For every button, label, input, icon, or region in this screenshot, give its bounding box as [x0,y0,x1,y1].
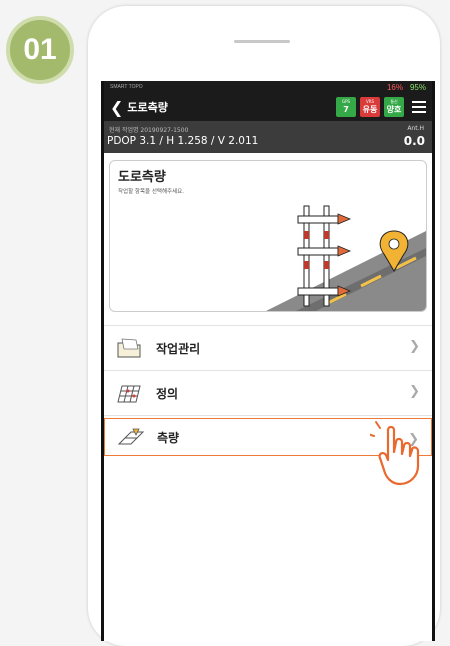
info-bar: 현재 작업명 20190927-1500 PDOP 3.1 / H 1.258 … [104,121,432,153]
chevron-right-icon: ❯ [409,339,420,354]
status-app-name: SMART TOPO [110,84,143,90]
status-icons: 16% 95% [387,83,426,92]
job-name: 현재 작업명 20190927-1500 [109,127,189,134]
page-title: 도로측량 [127,101,168,114]
vrs-chip[interactable]: VRS 유동 [360,97,380,117]
card-subtitle: 작업할 항목을 선택해주세요. [118,189,184,195]
gps-chip[interactable]: GPS 7 [336,97,356,117]
menu-item-label: 작업관리 [156,341,201,356]
battery-green-level: 95% [409,82,426,92]
dop-readout: PDOP 3.1 / H 1.258 / V 2.011 [107,135,259,147]
step-number-badge: 01 [6,16,74,84]
battery-red-level: 16% [386,82,403,92]
status-bar: SMART TOPO 16% 95% [104,81,432,93]
antenna-height-label: Ant.H [407,125,424,132]
menu-item-label: 정의 [156,386,179,401]
surveying-icon [117,428,145,445]
tap-hand-icon [370,421,420,486]
road-survey-illustration [266,205,426,311]
app-title-bar: ❮ 도로측량 GPS 7 VRS 유동 통신 양호 [104,93,432,121]
hamburger-menu-icon[interactable] [412,101,426,113]
gps-chip-label: GPS [341,99,351,104]
comm-chip-value: 양호 [386,105,402,114]
phone-frame: SMART TOPO 16% 95% ❮ 도로측량 GPS 7 VRS 유동 통… [88,6,440,646]
antenna-height-value: 0.0 [403,134,425,148]
vrs-chip-label: VRS [365,99,375,104]
vrs-chip-value: 유동 [362,105,378,114]
road-survey-card: 도로측량 작업할 항목을 선택해주세요. [109,160,427,312]
menu-item-definition[interactable]: 정의 ❯ [104,371,432,416]
menu-item-label: 측량 [157,430,180,445]
comm-chip-label: 통신 [390,99,398,104]
gps-chip-value: 7 [343,105,349,114]
back-chevron-icon[interactable]: ❮ [110,98,123,117]
comm-chip[interactable]: 통신 양호 [384,97,404,117]
card-title: 도로측량 [118,170,166,185]
app-screen: SMART TOPO 16% 95% ❮ 도로측량 GPS 7 VRS 유동 통… [101,81,435,641]
grid-icon [117,385,141,403]
phone-speaker [234,40,290,43]
menu-item-job-management[interactable]: 작업관리 ❯ [104,326,432,371]
chevron-right-icon: ❯ [409,384,420,399]
folder-icon [117,338,141,358]
